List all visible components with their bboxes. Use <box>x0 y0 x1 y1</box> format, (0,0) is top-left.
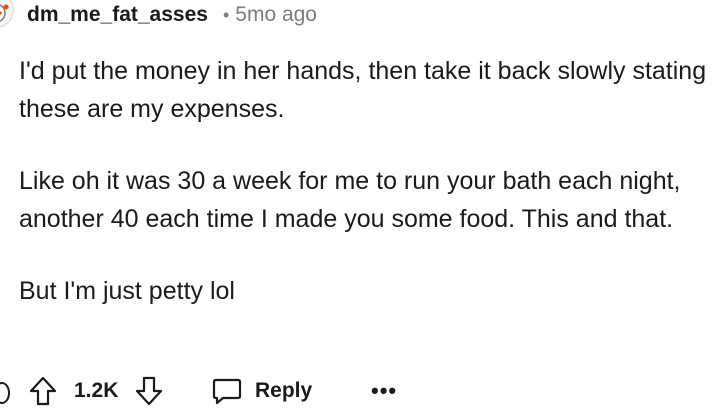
comment-actions: 1.2K Reply ••• <box>0 372 716 410</box>
user-avatar-icon[interactable] <box>0 0 14 28</box>
username-link[interactable]: dm_me_fat_asses <box>27 0 208 30</box>
comment-paragraph: I'd put the money in her hands, then tak… <box>19 57 707 123</box>
comment-paragraph: But I'm just petty lol <box>19 277 235 305</box>
downvote-icon[interactable] <box>134 372 164 410</box>
reply-button[interactable]: Reply <box>211 372 312 410</box>
comment-paragraph: Like oh it was 30 a week for me to run y… <box>19 167 681 233</box>
upvote-icon[interactable] <box>28 372 58 410</box>
more-options-icon[interactable]: ••• <box>371 372 397 410</box>
meta-separator: • <box>222 5 230 25</box>
speech-bubble-icon <box>211 376 243 406</box>
comment-header: dm_me_fat_asses • 5mo ago <box>27 0 317 30</box>
vote-score: 1.2K <box>74 379 119 402</box>
comment: dm_me_fat_asses • 5mo ago I'd put the mo… <box>0 0 716 410</box>
comment-timestamp[interactable]: 5mo ago <box>235 0 317 30</box>
reply-label: Reply <box>255 379 313 402</box>
comment-body: I'd put the money in her hands, then tak… <box>19 52 713 344</box>
